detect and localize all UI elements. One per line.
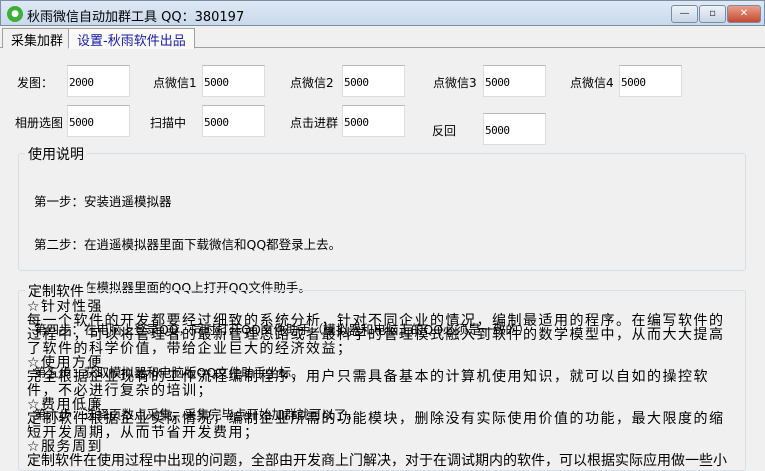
title-bar: ● 秋雨微信自动加群工具 QQ：380197 — ▫ ✕: [0, 0, 765, 26]
click-wechat4-input[interactable]: 5000: [619, 65, 682, 97]
field-label: 点击进群: [290, 116, 339, 130]
field-label: 反回: [432, 124, 457, 138]
tab-settings[interactable]: 设置-秋雨软件出品: [68, 28, 195, 49]
wechat-icon: ●: [7, 6, 23, 22]
text-line: 定制软件在使用过程中出现的问题，全部由开发商上门解决，对于在调试期内的软件，可以…: [27, 453, 727, 469]
step: 第一步：安装逍遥模拟器: [34, 194, 172, 210]
minimize-button[interactable]: —: [671, 5, 698, 23]
text-line: ☆使用方便: [27, 355, 104, 371]
tab-collect-join[interactable]: 采集加群: [2, 28, 73, 49]
back-input[interactable]: 5000: [483, 113, 546, 145]
field-label: 点微信4: [570, 76, 614, 90]
text-line: 完全根据企业现有的工作流程编制程序，用户只需具备基本的计算机使用知识，就可以自如…: [27, 369, 709, 399]
step: 第二步：在逍遥模拟器里面下载微信和QQ都登录上去。: [34, 237, 342, 253]
text-line: ☆服务周到: [27, 439, 104, 455]
text-line: 定制软件根据企业实际情况，编制企业所需的功能模块，删除没有实际使用价值的功能，最…: [27, 411, 725, 441]
text-line: ☆针对性强: [27, 299, 104, 315]
field-label: 相册选图: [15, 116, 64, 130]
click-wechat3-input[interactable]: 5000: [483, 65, 546, 97]
custom-software-text[interactable]: ☆针对性强 每一个软件的开发都要经过细致的系统分析，针对不同企业的情况，编制最适…: [27, 300, 737, 468]
album-select-input[interactable]: 5000: [67, 105, 130, 137]
click-wechat2-input[interactable]: 5000: [342, 65, 405, 97]
click-join-group-input[interactable]: 5000: [342, 105, 405, 137]
field-label: 扫描中: [150, 116, 187, 130]
instructions-title: 使用说明: [25, 144, 87, 164]
field-label: 点微信1: [153, 76, 197, 90]
click-wechat1-input[interactable]: 5000: [202, 65, 265, 97]
close-button[interactable]: ✕: [727, 5, 761, 23]
field-label: 发图：: [17, 76, 54, 90]
tab-bar: 采集加群 设置-秋雨软件出品: [0, 26, 765, 49]
text-line: 每一个软件的开发都要经过细致的系统分析，针对不同企业的情况，编制最适用的程序。在…: [27, 313, 725, 357]
field-label: 点微信2: [290, 76, 334, 90]
maximize-button[interactable]: ▫: [699, 5, 726, 23]
send-image-delay-input[interactable]: 2000: [67, 65, 130, 97]
text-line: ☆费用低廉: [27, 397, 104, 413]
window-title: 秋雨微信自动加群工具 QQ：380197: [27, 10, 245, 25]
field-label: 点微信3: [433, 76, 477, 90]
scanning-input[interactable]: 5000: [202, 105, 265, 137]
custom-software-title: 定制软件: [25, 281, 87, 301]
